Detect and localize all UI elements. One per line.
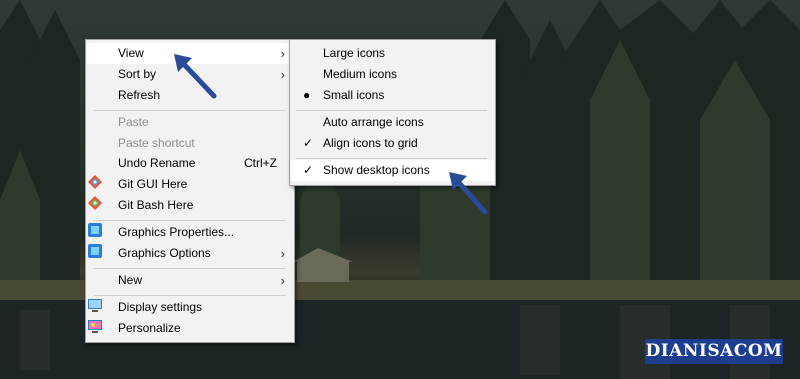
git-icon [88, 196, 102, 210]
chevron-right-icon: › [280, 67, 285, 82]
menu-item-git-bash-here[interactable]: Git Bash Here [87, 195, 293, 216]
pointer-arrow-show-desktop-icons [449, 172, 488, 215]
menu-item-new[interactable]: New › [87, 270, 293, 291]
personalize-icon [88, 320, 102, 333]
shortcut-label: Ctrl+Z [244, 156, 277, 170]
menu-separator [296, 158, 487, 159]
menu-separator [94, 295, 286, 296]
submenu-item-medium-icons[interactable]: Medium icons [291, 64, 494, 85]
chevron-right-icon: › [280, 273, 285, 288]
radio-dot-icon: ● [303, 88, 311, 102]
checkmark-icon: ✓ [303, 136, 314, 150]
menu-item-display-settings[interactable]: Display settings [87, 297, 293, 318]
watermark: DIANISACOM [645, 339, 783, 364]
menu-item-graphics-options[interactable]: Graphics Options › [87, 243, 293, 264]
checkmark-icon: ✓ [303, 163, 314, 177]
view-submenu: Large icons Medium icons ● Small icons A… [289, 39, 496, 186]
menu-item-graphics-properties[interactable]: Graphics Properties... [87, 222, 293, 243]
submenu-item-auto-arrange-icons[interactable]: Auto arrange icons [291, 112, 494, 133]
menu-item-paste-shortcut: Paste shortcut [118, 136, 195, 150]
desktop-background: View › Sort by › Refresh Paste Paste sho… [0, 0, 800, 379]
pointer-arrow-view [174, 54, 217, 99]
chevron-right-icon: › [280, 246, 285, 261]
intel-graphics-icon [88, 244, 102, 258]
menu-item-personalize[interactable]: Personalize [87, 318, 293, 339]
git-icon [88, 175, 102, 189]
menu-separator [94, 110, 286, 111]
intel-graphics-icon [88, 223, 102, 237]
submenu-item-small-icons[interactable]: ● Small icons [291, 85, 494, 106]
menu-separator [94, 220, 286, 221]
menu-item-git-gui-here[interactable]: Git GUI Here [87, 174, 293, 195]
submenu-item-align-icons-to-grid[interactable]: ✓ Align icons to grid [291, 133, 494, 154]
display-icon [88, 299, 102, 312]
menu-item-undo-rename[interactable]: Undo Rename Ctrl+Z [87, 153, 293, 174]
chevron-right-icon: › [280, 46, 285, 61]
menu-item-paste: Paste [118, 115, 149, 129]
menu-separator [94, 268, 286, 269]
menu-separator [296, 110, 487, 111]
submenu-item-large-icons[interactable]: Large icons [291, 43, 494, 64]
